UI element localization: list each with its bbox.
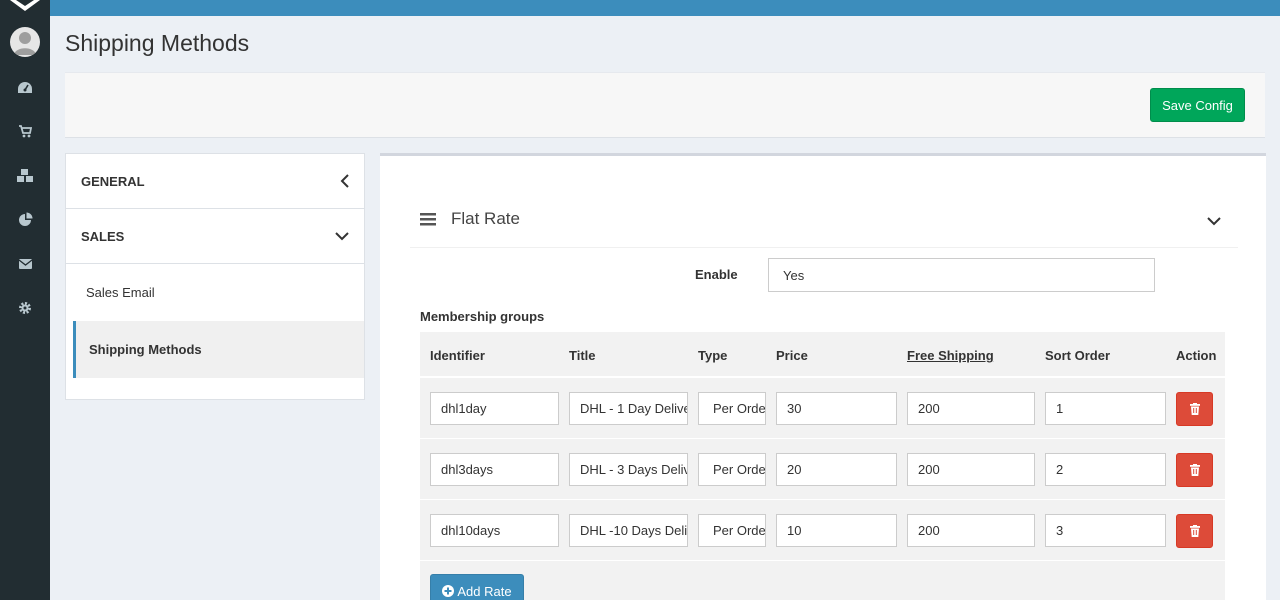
- sort-order-input[interactable]: [1045, 453, 1166, 486]
- type-select[interactable]: [698, 453, 766, 486]
- top-header-bar: [0, 0, 1280, 16]
- table-row: [420, 439, 1225, 500]
- trash-icon: [1189, 403, 1200, 415]
- brand-logo-icon[interactable]: [6, 0, 44, 12]
- nav-group-label: SALES: [81, 228, 125, 244]
- nav-group-general[interactable]: GENERAL: [66, 154, 364, 209]
- trash-icon: [1189, 464, 1200, 476]
- main-panel: Flat Rate Enable Membership groups Ident…: [380, 153, 1266, 600]
- trash-icon: [1189, 525, 1200, 537]
- enable-select[interactable]: [768, 258, 1155, 292]
- nav-item-shipping-methods[interactable]: Shipping Methods: [73, 321, 364, 378]
- envelope-icon[interactable]: [15, 256, 35, 272]
- chevron-down-icon: [335, 232, 349, 241]
- type-select[interactable]: [698, 392, 766, 425]
- add-rate-label: Add Rate: [457, 583, 512, 599]
- delete-rate-button[interactable]: [1176, 453, 1213, 487]
- pie-chart-icon[interactable]: [15, 211, 35, 227]
- chevron-down-icon[interactable]: [1206, 216, 1222, 226]
- nav-item-label: Shipping Methods: [89, 342, 202, 357]
- rates-table: Identifier Title Type Price Free Shippin…: [420, 332, 1225, 600]
- free-shipping-input[interactable]: [907, 514, 1035, 547]
- table-row: [420, 378, 1225, 439]
- user-avatar[interactable]: [10, 27, 40, 57]
- settings-nav: GENERAL SALES Sales Email Shipping Metho…: [65, 153, 365, 400]
- save-config-button[interactable]: Save Config: [1150, 88, 1245, 122]
- identifier-input[interactable]: [430, 392, 559, 425]
- column-header-sort-order: Sort Order: [1045, 348, 1111, 363]
- column-header-price: Price: [776, 348, 808, 363]
- bars-icon: [420, 213, 436, 226]
- type-select[interactable]: [698, 514, 766, 547]
- enable-label: Enable: [695, 267, 738, 282]
- price-input[interactable]: [776, 514, 897, 547]
- sort-order-input[interactable]: [1045, 514, 1166, 547]
- delete-rate-button[interactable]: [1176, 392, 1213, 426]
- nav-group-label: GENERAL: [81, 173, 145, 189]
- column-header-action: Action: [1176, 348, 1217, 363]
- gear-icon[interactable]: [15, 300, 35, 316]
- table-row: [420, 500, 1225, 561]
- title-input[interactable]: [569, 392, 688, 425]
- column-header-title: Title: [569, 348, 596, 363]
- nav-item-label: Sales Email: [86, 285, 155, 300]
- add-rate-row: Add Rate: [420, 561, 1225, 600]
- plus-circle-icon: [442, 585, 455, 597]
- cart-icon[interactable]: [15, 123, 35, 139]
- column-header-identifier: Identifier: [430, 348, 485, 363]
- nav-item-sales-email[interactable]: Sales Email: [66, 264, 364, 321]
- column-header-free-shipping[interactable]: Free Shipping: [907, 348, 994, 363]
- nav-group-sales[interactable]: SALES: [66, 209, 364, 264]
- cubes-icon[interactable]: [15, 167, 35, 183]
- add-rate-button[interactable]: Add Rate: [430, 574, 524, 600]
- chevron-left-icon: [340, 174, 349, 188]
- price-input[interactable]: [776, 453, 897, 486]
- column-header-type: Type: [698, 348, 728, 363]
- action-bar: Save Config: [65, 72, 1265, 138]
- section-title: Flat Rate: [451, 209, 520, 228]
- table-header-row: Identifier Title Type Price Free Shippin…: [420, 332, 1225, 378]
- title-input[interactable]: [569, 453, 688, 486]
- main-sidebar: [0, 0, 50, 600]
- flat-rate-section-header[interactable]: Flat Rate: [410, 194, 1238, 248]
- title-input[interactable]: [569, 514, 688, 547]
- price-input[interactable]: [776, 392, 897, 425]
- free-shipping-input[interactable]: [907, 453, 1035, 486]
- page-title: Shipping Methods: [65, 30, 250, 56]
- membership-groups-label: Membership groups: [420, 309, 545, 324]
- delete-rate-button[interactable]: [1176, 514, 1213, 548]
- user-icon: [14, 32, 36, 55]
- dashboard-icon[interactable]: [15, 80, 35, 96]
- free-shipping-input[interactable]: [907, 392, 1035, 425]
- identifier-input[interactable]: [430, 453, 559, 486]
- identifier-input[interactable]: [430, 514, 559, 547]
- sort-order-input[interactable]: [1045, 392, 1166, 425]
